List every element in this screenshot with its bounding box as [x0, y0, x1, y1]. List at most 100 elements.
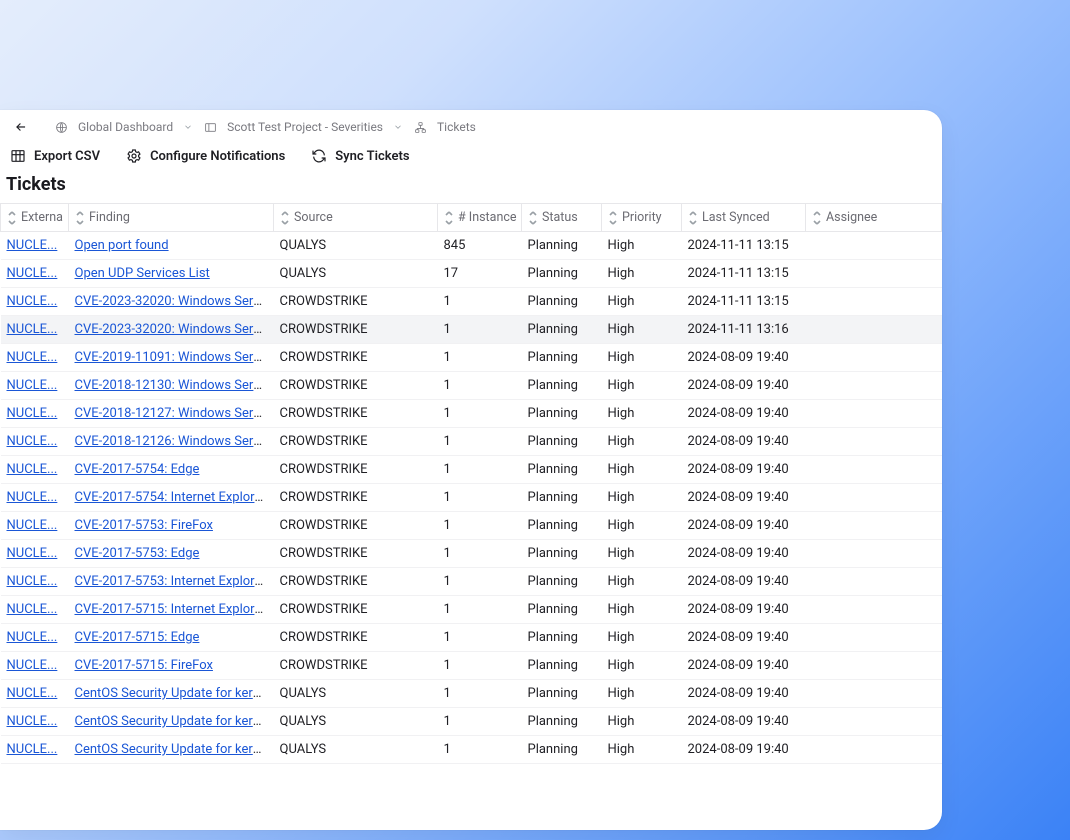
cell-external-link[interactable]: NUCLE...	[7, 658, 58, 673]
col-header-source[interactable]: Source	[274, 204, 438, 232]
cell-assignee	[806, 708, 942, 736]
cell-external-link[interactable]: NUCLE...	[7, 434, 58, 449]
cell-status: Planning	[522, 288, 602, 316]
cell-finding: CentOS Security Update for kern...	[69, 680, 274, 708]
cell-assignee	[806, 596, 942, 624]
cell-instances: 1	[438, 400, 522, 428]
cell-source: CROWDSTRIKE	[274, 344, 438, 372]
cell-finding-link[interactable]: CVE-2017-5715: FireFox	[75, 658, 213, 673]
table-row[interactable]: NUCLE...CVE-2017-5754: EdgeCROWDSTRIKE1P…	[1, 456, 942, 484]
table-row[interactable]: NUCLE...CVE-2023-32020: Windows Serv...C…	[1, 316, 942, 344]
cell-external-link[interactable]: NUCLE...	[7, 630, 58, 645]
sync-tickets-button[interactable]: Sync Tickets	[311, 148, 409, 164]
cell-external-link[interactable]: NUCLE...	[7, 518, 58, 533]
cell-external: NUCLE...	[1, 624, 69, 652]
cell-external-link[interactable]: NUCLE...	[7, 350, 58, 365]
table-row[interactable]: NUCLE...CVE-2017-5753: FireFoxCROWDSTRIK…	[1, 512, 942, 540]
cell-status: Planning	[522, 232, 602, 260]
table-row[interactable]: NUCLE... CVE-2018-12127: Windows Serve...…	[1, 400, 942, 428]
cell-finding-link[interactable]: CentOS Security Update for kern...	[75, 742, 271, 757]
cell-instances: 1	[438, 568, 522, 596]
cell-external-link[interactable]: NUCLE...	[7, 294, 58, 309]
cell-external-link[interactable]: NUCLE...	[7, 462, 58, 477]
col-header-instances[interactable]: # Instance	[438, 204, 522, 232]
cell-finding-link[interactable]: CVE-2017-5754: Edge	[75, 462, 200, 477]
configure-notifications-button[interactable]: Configure Notifications	[126, 148, 285, 164]
cell-finding-link[interactable]: CVE-2023-32020: Windows Serv...	[75, 294, 270, 309]
table-row[interactable]: NUCLE... CVE-2017-5753: Internet Explorer…	[1, 568, 942, 596]
table-row[interactable]: NUCLE... CVE-2017-5715: Internet Explorer…	[1, 596, 942, 624]
cell-source: CROWDSTRIKE	[274, 400, 438, 428]
sync-icon	[311, 148, 327, 164]
cell-finding-link[interactable]: Open port found	[75, 238, 169, 253]
cell-last-synced: 2024-08-09 19:40	[682, 624, 806, 652]
cell-external-link[interactable]: NUCLE...	[7, 686, 58, 701]
col-header-finding[interactable]: Finding	[69, 204, 274, 232]
cell-external-link[interactable]: NUCLE...	[7, 742, 58, 757]
breadcrumb-item-tickets[interactable]: Tickets	[437, 120, 476, 134]
cell-external-link[interactable]: NUCLE...	[7, 406, 58, 421]
cell-source: QUALYS	[274, 736, 438, 764]
table-row[interactable]: NUCLE...Open port foundQUALYS845Planning…	[1, 232, 942, 260]
col-header-assignee[interactable]: Assignee	[806, 204, 942, 232]
cell-finding: CVE-2023-32020: Windows Serv...	[69, 316, 274, 344]
cell-finding-link[interactable]: CVE-2017-5753: Edge	[75, 546, 200, 561]
col-header-status[interactable]: Status	[522, 204, 602, 232]
table-row[interactable]: NUCLE...CVE-2017-5753: EdgeCROWDSTRIKE1P…	[1, 540, 942, 568]
col-header-priority[interactable]: Priority	[602, 204, 682, 232]
cell-finding-link[interactable]: CVE-2017-5753: Internet Explorer...	[75, 574, 274, 589]
col-header-last-synced[interactable]: Last Synced	[682, 204, 806, 232]
table-row[interactable]: NUCLE...CVE-2017-5715: EdgeCROWDSTRIKE1P…	[1, 624, 942, 652]
cell-finding-link[interactable]: CentOS Security Update for kern...	[75, 686, 271, 701]
table-row[interactable]: NUCLE... CVE-2019-11091: Windows Serve...…	[1, 344, 942, 372]
cell-finding: CVE-2017-5754: Edge	[69, 456, 274, 484]
cell-external-link[interactable]: NUCLE...	[7, 266, 58, 281]
table-row[interactable]: NUCLE...CVE-2023-32020: Windows Serv...C…	[1, 288, 942, 316]
cell-external-link[interactable]: NUCLE...	[7, 574, 58, 589]
cell-external-link[interactable]: NUCLE...	[7, 546, 58, 561]
cell-status: Planning	[522, 456, 602, 484]
cell-external-link[interactable]: NUCLE...	[7, 602, 58, 617]
table-row[interactable]: NUCLE... CVE-2017-5754: Internet Explorer…	[1, 484, 942, 512]
cell-finding: CVE-2019-11091: Windows Serve...	[69, 344, 274, 372]
cell-assignee	[806, 680, 942, 708]
chevron-down-icon[interactable]	[393, 122, 403, 132]
export-csv-button[interactable]: Export CSV	[10, 148, 100, 164]
back-icon[interactable]	[14, 120, 28, 134]
breadcrumb-item-project[interactable]: Scott Test Project - Severities	[227, 120, 383, 134]
cell-external-link[interactable]: NUCLE...	[7, 714, 58, 729]
cell-source: QUALYS	[274, 260, 438, 288]
table-row[interactable]: NUCLE... CentOS Security Update for kern.…	[1, 736, 942, 764]
table-row[interactable]: NUCLE...Open UDP Services ListQUALYS17Pl…	[1, 260, 942, 288]
cell-external-link[interactable]: NUCLE...	[7, 238, 58, 253]
cell-finding-link[interactable]: CentOS Security Update for kern...	[75, 714, 271, 729]
breadcrumb-item-global[interactable]: Global Dashboard	[78, 120, 173, 134]
cell-external: NUCLE...	[1, 428, 69, 456]
col-header-external[interactable]: Externa	[1, 204, 69, 232]
cell-finding-link[interactable]: CVE-2017-5754: Internet Explorer...	[75, 490, 274, 505]
cell-finding-link[interactable]: CVE-2017-5753: FireFox	[75, 518, 213, 533]
cell-external-link[interactable]: NUCLE...	[7, 378, 58, 393]
cell-finding-link[interactable]: CVE-2018-12126: Windows Serve...	[75, 434, 274, 449]
cell-finding-link[interactable]: CVE-2018-12127: Windows Serve...	[75, 406, 274, 421]
cell-priority: High	[602, 596, 682, 624]
table-row[interactable]: NUCLE... CentOS Security Update for kern.…	[1, 708, 942, 736]
cell-external-link[interactable]: NUCLE...	[7, 322, 58, 337]
cell-external-link[interactable]: NUCLE...	[7, 490, 58, 505]
cell-finding-link[interactable]: Open UDP Services List	[75, 266, 210, 281]
sort-icon	[280, 211, 290, 225]
cell-finding-link[interactable]: CVE-2018-12130: Windows Serve...	[75, 378, 274, 393]
chevron-down-icon[interactable]	[183, 122, 193, 132]
table-row[interactable]: NUCLE... CVE-2018-12126: Windows Serve...…	[1, 428, 942, 456]
cell-finding-link[interactable]: CVE-2019-11091: Windows Serve...	[75, 350, 274, 365]
sort-icon	[7, 211, 17, 225]
cell-finding-link[interactable]: CVE-2023-32020: Windows Serv...	[75, 322, 270, 337]
cell-source: QUALYS	[274, 708, 438, 736]
cell-external: NUCLE...	[1, 344, 69, 372]
cell-finding-link[interactable]: CVE-2017-5715: Internet Explorer...	[75, 602, 274, 617]
cell-finding-link[interactable]: CVE-2017-5715: Edge	[75, 630, 200, 645]
cell-source: CROWDSTRIKE	[274, 568, 438, 596]
table-row[interactable]: NUCLE... CVE-2018-12130: Windows Serve...…	[1, 372, 942, 400]
table-row[interactable]: NUCLE...CVE-2017-5715: FireFoxCROWDSTRIK…	[1, 652, 942, 680]
table-row[interactable]: NUCLE... CentOS Security Update for kern.…	[1, 680, 942, 708]
